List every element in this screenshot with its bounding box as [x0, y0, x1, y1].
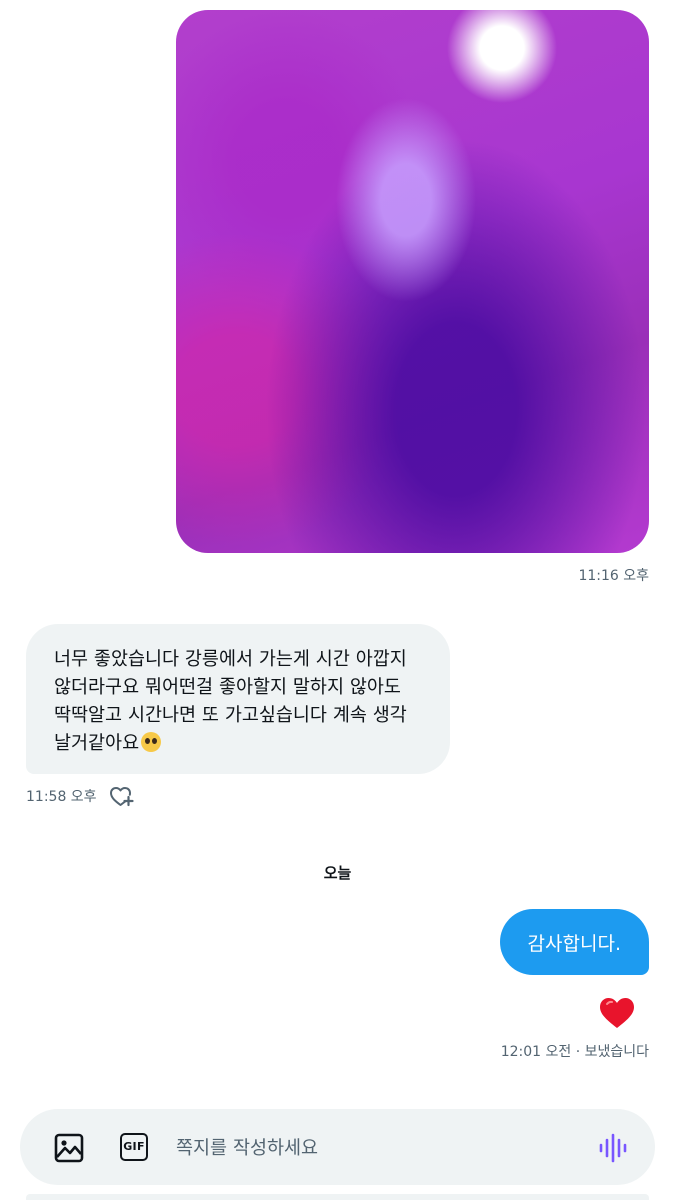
image-icon[interactable] [54, 1133, 84, 1163]
bottom-panel-edge [26, 1194, 649, 1200]
outgoing-timestamp: 12:01 오전 · 보냈습니다 [500, 1044, 649, 1060]
message-input[interactable] [174, 1127, 578, 1169]
heart-reaction-icon[interactable] [598, 996, 636, 1030]
outgoing-message-bubble[interactable]: 감사합니다. [499, 909, 649, 975]
voice-message-icon[interactable] [598, 1133, 628, 1163]
incoming-message-meta: 11:58 오후 [26, 785, 135, 807]
incoming-timestamp: 11:58 오후 [26, 789, 97, 805]
add-reaction-icon[interactable] [109, 785, 135, 807]
message-line: 너무 좋았습니다 강릉에서 가는게 시간 아깝지 [54, 649, 407, 670]
photo-timestamp: 11:16 오후 [578, 568, 649, 584]
incoming-message-bubble[interactable]: 너무 좋았습니다 강릉에서 가는게 시간 아깝지 않더라구요 뭐어떤걸 좋아할지… [26, 624, 450, 774]
gif-button[interactable]: GIF [120, 1133, 148, 1161]
message-line: 딱딱알고 시간나면 또 가고싶습니다 계속 생각 [54, 705, 407, 726]
outgoing-message-text: 감사합니다. [527, 932, 621, 955]
date-separator: 오늘 [323, 864, 352, 882]
message-composer: GIF [20, 1109, 655, 1185]
message-line: 않더라구요 뭐어떤걸 좋아할지 말하지 않아도 [54, 677, 401, 698]
pleading-face-emoji [141, 732, 162, 752]
message-line: 날거같아요 [54, 733, 140, 754]
sent-photo[interactable] [176, 10, 649, 553]
